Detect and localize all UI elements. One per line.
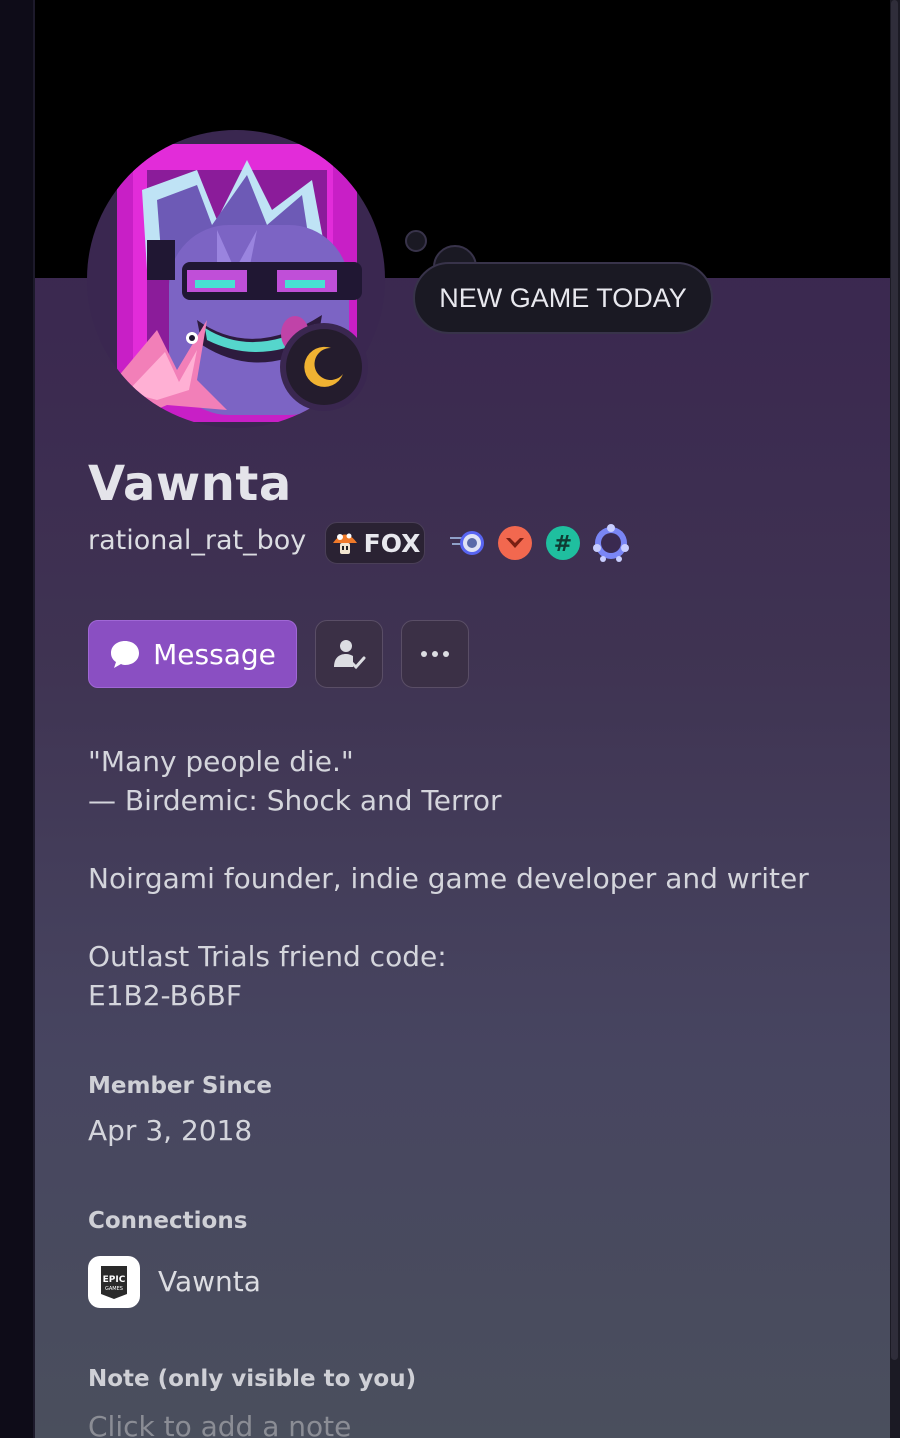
about-me: "Many people die." — Birdemic: Shock and… — [88, 742, 868, 1015]
profile-badges: # — [448, 524, 630, 562]
guild-tag-label: FOX — [363, 528, 421, 558]
guild-tag[interactable]: FOX — [325, 522, 425, 564]
message-button[interactable]: Message — [88, 620, 297, 688]
note-input[interactable] — [88, 1406, 848, 1438]
hashtag-badge-icon[interactable]: # — [544, 524, 582, 562]
more-options-button[interactable] — [401, 620, 469, 688]
epic-games-icon[interactable]: EPIC GAMES — [88, 1256, 140, 1308]
speedboost-badge-icon[interactable] — [448, 524, 486, 562]
avatar-container[interactable] — [87, 130, 387, 430]
member-since-label: Member Since — [88, 1073, 272, 1099]
display-name: Vawnta — [88, 456, 292, 512]
mushroom-icon — [332, 533, 357, 554]
bio-line: E1B2-B6BF — [88, 979, 242, 1012]
status-bubble-dot-small — [405, 230, 427, 252]
connections-label: Connections — [88, 1208, 248, 1234]
channel-list-edge — [0, 0, 35, 1438]
quest-badge-icon[interactable] — [496, 524, 534, 562]
more-horizontal-icon — [421, 651, 449, 657]
member-since-date: Apr 3, 2018 — [88, 1114, 253, 1147]
bio-line: Noirgami founder, indie game developer a… — [88, 862, 809, 895]
svg-text:GAMES: GAMES — [105, 1286, 123, 1292]
username[interactable]: rational_rat_boy — [88, 525, 306, 556]
scrollbar[interactable] — [891, 0, 898, 1360]
chat-bubble-icon — [111, 641, 140, 668]
user-profile-panel: NEW GAME TODAY Vawnta rational_rat_boy F… — [35, 0, 891, 1438]
bio-line: Outlast Trials friend code: — [88, 940, 447, 973]
status-indicator — [280, 323, 368, 411]
svg-text:#: # — [554, 532, 572, 557]
bio-line: "Many people die." — [88, 745, 354, 778]
svg-text:EPIC: EPIC — [103, 1275, 126, 1285]
hypesquad-badge-icon[interactable] — [592, 524, 630, 562]
idle-moon-icon — [304, 346, 343, 387]
user-check-icon — [334, 640, 366, 670]
connection-name[interactable]: Vawnta — [158, 1265, 261, 1298]
message-button-label: Message — [153, 637, 276, 671]
bio-line: — Birdemic: Shock and Terror — [88, 784, 502, 817]
custom-status-bubble[interactable]: NEW GAME TODAY — [413, 262, 713, 334]
friend-status-button[interactable] — [315, 620, 383, 688]
note-label: Note (only visible to you) — [88, 1366, 417, 1392]
